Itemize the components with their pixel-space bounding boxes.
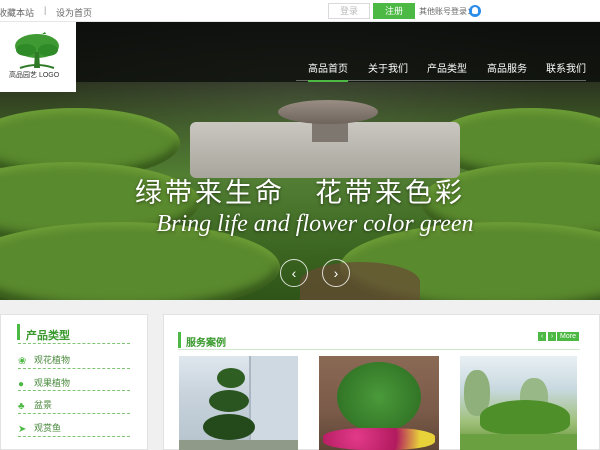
- fountain-top: [278, 100, 378, 124]
- topiary-shape: [480, 400, 570, 434]
- lawn-shape: [460, 434, 577, 450]
- divider: [18, 436, 130, 437]
- building-shape: [249, 356, 298, 450]
- site-logo[interactable]: 高品园艺 LOGO: [0, 22, 76, 92]
- category-item-label: 观果植物: [34, 378, 71, 388]
- service-title-bar: [178, 332, 181, 348]
- divider: [18, 343, 130, 344]
- hero-slogan-chinese: 绿带来生命 花带来色彩: [135, 178, 465, 209]
- topiary-shape: [203, 414, 255, 440]
- category-item-fruit[interactable]: ● 观果植物: [18, 376, 71, 390]
- nav-item-contact[interactable]: 联系我们: [546, 60, 586, 75]
- set-homepage-link[interactable]: 设为首页: [56, 6, 92, 19]
- topiary-shape: [217, 368, 245, 388]
- case-image-palm-flowers[interactable]: [319, 356, 439, 450]
- flower-icon: ❀: [18, 356, 27, 367]
- category-title: 产品类型: [26, 330, 70, 342]
- case-image-topiary-building[interactable]: [179, 356, 298, 450]
- category-item-label: 观花植物: [34, 355, 71, 365]
- divider: [18, 390, 130, 391]
- cases-next-button[interactable]: ›: [548, 332, 556, 341]
- fruit-icon: ●: [18, 379, 25, 390]
- category-item-label: 观赏鱼: [34, 423, 62, 433]
- service-cases-title: 服务案例: [186, 338, 226, 349]
- top-bar: 收藏本站 | 设为首页 登录 注册 其他账号登录：: [0, 0, 600, 22]
- category-item-flowering[interactable]: ❀ 观花植物: [18, 353, 71, 367]
- other-account-login-label: 其他账号登录：: [419, 7, 475, 16]
- flowerbed-shape: [323, 428, 435, 450]
- category-item-fish[interactable]: ➤ 观赏鱼: [18, 421, 62, 435]
- case-image-topiary-animal[interactable]: [460, 356, 577, 450]
- palm-shape: [337, 362, 421, 432]
- category-item-bonsai[interactable]: ♣ 盆景: [18, 398, 53, 412]
- divider: [18, 368, 130, 369]
- tree-logo-icon: [15, 32, 59, 69]
- topbar-separator: |: [44, 5, 47, 15]
- ground-shape: [179, 440, 298, 450]
- login-button[interactable]: 登录: [328, 3, 370, 19]
- garden-path: [300, 262, 420, 300]
- hero-slogan-english: Bring life and flower color green: [156, 211, 474, 237]
- banner-next-button[interactable]: ›: [322, 259, 350, 287]
- fish-icon: ➤: [18, 424, 27, 435]
- banner-prev-button[interactable]: ‹: [280, 259, 308, 287]
- nav-item-products[interactable]: 产品类型: [427, 60, 467, 75]
- category-title-bar: [17, 324, 20, 340]
- bookmark-site-link[interactable]: 收藏本站: [0, 6, 34, 19]
- qq-login-icon[interactable]: [469, 5, 481, 17]
- divider: [18, 413, 130, 414]
- bonsai-icon: ♣: [18, 401, 25, 412]
- divider: [178, 349, 580, 350]
- cases-prev-button[interactable]: ‹: [538, 332, 546, 341]
- register-button[interactable]: 注册: [373, 3, 415, 19]
- nav-item-home[interactable]: 高品首页: [308, 60, 348, 82]
- nav-item-about[interactable]: 关于我们: [368, 60, 408, 75]
- topiary-shape: [209, 390, 249, 412]
- nav-item-services[interactable]: 高品服务: [487, 60, 527, 75]
- logo-text: 高品园艺 LOGO: [9, 72, 60, 79]
- more-button[interactable]: More: [557, 332, 579, 341]
- category-item-label: 盆景: [34, 400, 53, 410]
